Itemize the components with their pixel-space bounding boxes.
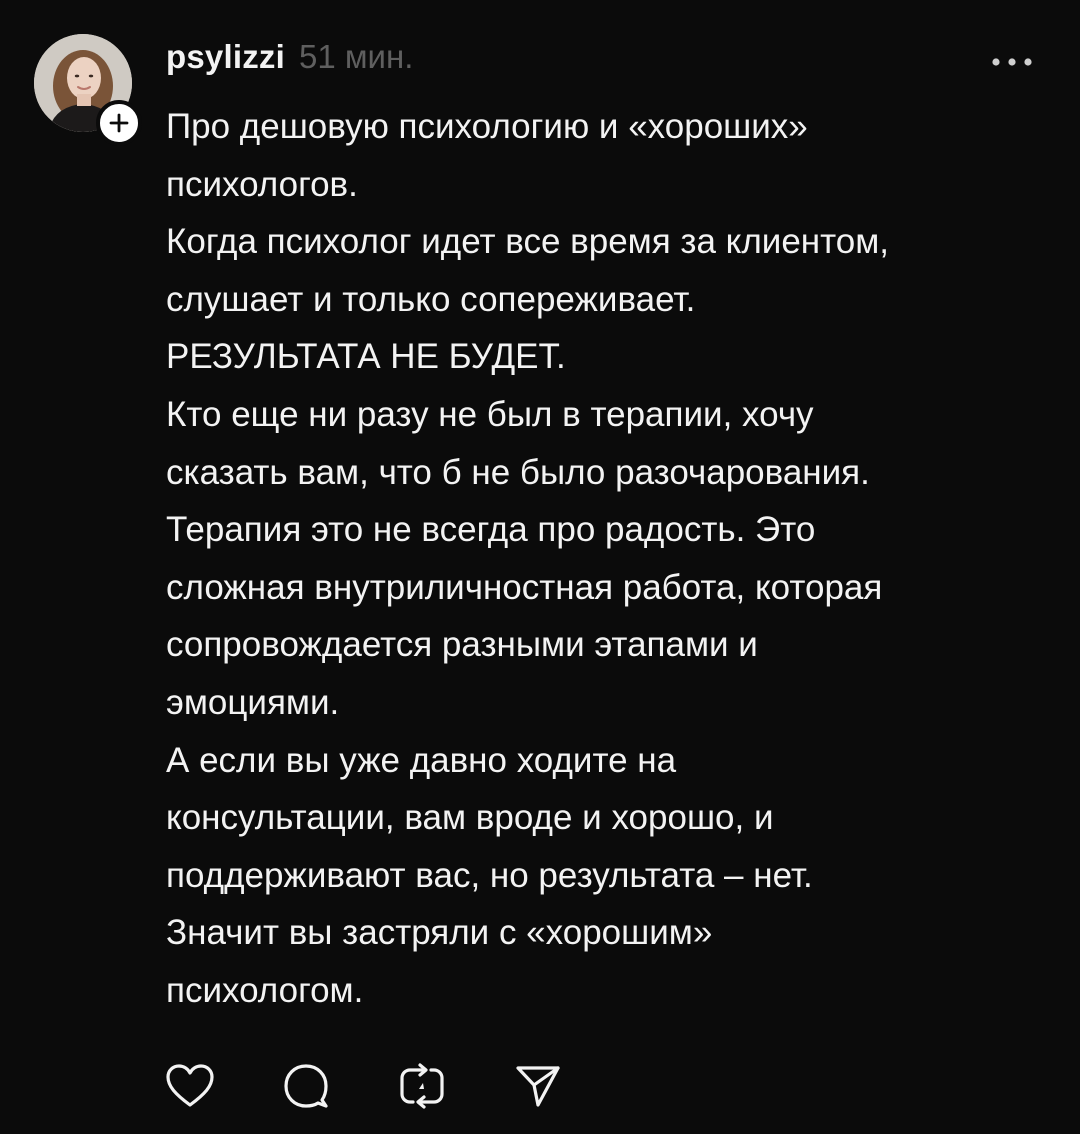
post-actions [162,1058,626,1114]
heart-icon [166,1064,214,1107]
plus-icon [109,113,129,133]
post-text-line: слушает и только сопереживает. [166,279,696,319]
post-body: Про дешовую психологию и «хороших» психо… [166,98,1046,1020]
post-text-line: психологом. [166,970,364,1010]
like-button[interactable] [162,1058,218,1114]
post-text-line: Когда психолог идет все время за клиенто… [166,222,890,262]
repost-icon [400,1063,444,1109]
post-text-line: сложная внутриличностная работа, которая [166,567,883,607]
post-text-line: поддерживают вас, но результата – нет. [166,855,813,895]
post-text-line: Значит вы застряли с «хорошим» [166,913,713,953]
send-icon [516,1066,560,1107]
post-text-line: А если вы уже давно ходите на [166,740,677,780]
post-text-line: сказать вам, что б не было разочарования… [166,452,870,492]
follow-button[interactable] [96,100,142,146]
post-text-line: эмоциями. [166,682,340,722]
post-text-line: психологов. [166,164,358,204]
post-timestamp: 51 мин. [298,38,414,75]
post-text-line: Терапия это не всегда про радость. Это [166,510,816,550]
post-text-line: сопровождается разными этапами и [166,625,758,665]
thread-post: psylizzi 51 мин. Про дешовую психологию … [0,0,1080,1134]
share-button[interactable] [510,1058,566,1114]
post-text-line: Про дешовую психологию и «хороших» [166,107,808,146]
post-text-line: РЕЗУЛЬТАТА НЕ БУДЕТ. [166,337,566,377]
username-link[interactable]: psylizzi [166,38,285,76]
more-horizontal-icon [992,58,1032,66]
comment-button[interactable] [278,1058,334,1114]
comment-icon [284,1064,328,1108]
avatar-container [34,34,142,146]
post-header: psylizzi 51 мин. [166,38,413,88]
post-text-line: консультации, вам вроде и хорошо, и [166,798,774,838]
more-options-button[interactable] [982,42,1042,82]
post-text-line: Кто еще ни разу не был в терапии, хочу [166,394,814,434]
repost-button[interactable] [394,1058,450,1114]
